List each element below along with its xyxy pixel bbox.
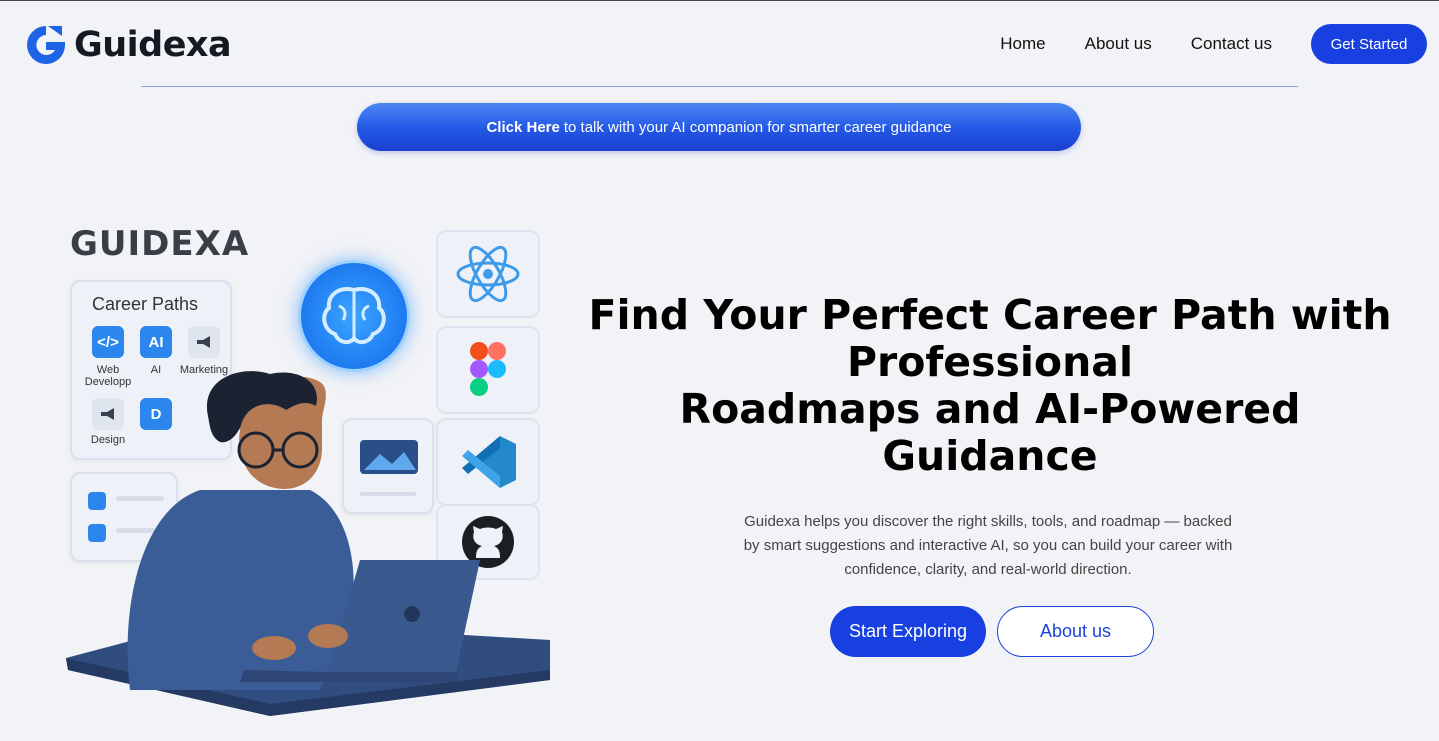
click-here-link[interactable]: Click Here xyxy=(486,119,559,136)
brand-logo[interactable]: Guidexa xyxy=(24,24,232,66)
code-icon: </> xyxy=(92,326,124,358)
nav-home[interactable]: Home xyxy=(1000,34,1045,54)
ai-brain-icon xyxy=(298,260,410,372)
ai-icon: AI xyxy=(140,326,172,358)
start-exploring-button[interactable]: Start Exploring xyxy=(830,606,986,657)
hero-title-line1: Find Your Perfect Career Path with Profe… xyxy=(588,291,1392,386)
brand-name: Guidexa xyxy=(74,25,232,65)
hero-subtitle: Guidexa helps you discover the right ski… xyxy=(743,513,1233,578)
person-with-laptop-illustration xyxy=(66,371,550,716)
main-nav: Home About us Contact us Get Started xyxy=(1000,24,1427,64)
banner-text: to talk with your AI companion for smart… xyxy=(563,118,952,136)
megaphone-icon xyxy=(188,326,220,358)
header-divider xyxy=(141,86,1298,87)
get-started-button[interactable]: Get Started xyxy=(1311,24,1427,64)
react-icon xyxy=(436,230,540,318)
about-us-button[interactable]: About us xyxy=(997,606,1154,657)
hero-title: Find Your Perfect Career Path with Profe… xyxy=(570,292,1410,480)
guidexa-logo-icon xyxy=(27,26,66,64)
window-top-border xyxy=(0,0,1439,1)
hero-illustration: GUIDEXA Career Paths </> Web Developp AI… xyxy=(60,210,560,730)
nav-contact-us[interactable]: Contact us xyxy=(1191,34,1272,54)
illustration-brand-word: GUIDEXA xyxy=(70,224,250,264)
hero-title-line2: Roadmaps and AI-Powered Guidance xyxy=(679,385,1301,480)
nav-about-us[interactable]: About us xyxy=(1085,34,1152,54)
career-paths-title: Career Paths xyxy=(92,294,199,314)
ai-companion-banner[interactable]: Click Here to talk with your AI companio… xyxy=(357,103,1081,151)
ai-glyph: AI xyxy=(148,333,164,351)
code-glyph: </> xyxy=(97,333,119,351)
